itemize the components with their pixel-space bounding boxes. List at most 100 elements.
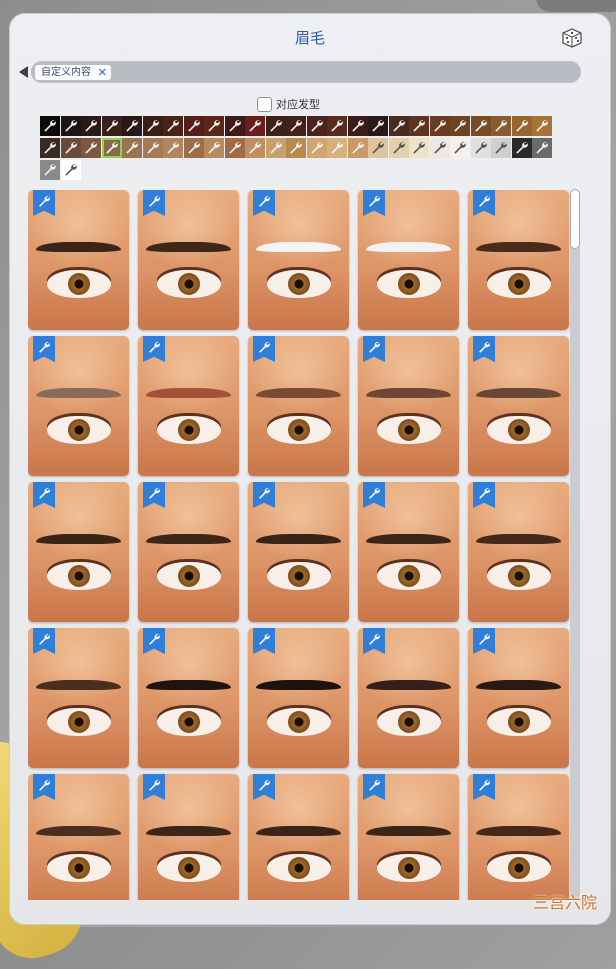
eyebrow-thumbnail[interactable] [248,628,349,768]
eyebrow-thumbnail[interactable] [468,774,569,900]
color-swatch[interactable] [122,116,142,136]
color-swatch[interactable] [491,116,511,136]
eyebrow-thumbnail[interactable] [468,628,569,768]
eyebrow-thumbnail[interactable] [358,336,459,476]
eyebrow-thumbnail[interactable] [358,482,459,622]
color-swatch[interactable] [40,138,60,158]
back-arrow-icon[interactable] [19,66,28,78]
color-swatch[interactable] [183,138,204,158]
iris [287,564,310,587]
color-swatch[interactable] [142,138,163,158]
eyebrow-thumbnail[interactable] [138,482,239,622]
color-swatch[interactable] [532,116,552,136]
color-swatch[interactable] [40,160,60,180]
dice-icon[interactable] [561,27,583,49]
eyebrow-thumbnail[interactable] [248,774,349,900]
eyebrow-thumbnail[interactable] [468,190,569,330]
eyebrow-thumbnail[interactable] [468,482,569,622]
eyebrow-shape [146,533,231,544]
color-swatch[interactable] [101,116,122,136]
eyebrow-thumbnail[interactable] [138,190,239,330]
eyebrow-thumbnail[interactable] [28,628,129,768]
color-swatch[interactable] [409,138,429,158]
color-swatch[interactable] [142,116,163,136]
color-swatch[interactable] [470,116,491,136]
color-swatch[interactable] [40,116,60,136]
filter-chip-custom-content[interactable]: 自定义内容 ✕ [35,65,111,80]
eye-preview [46,269,111,298]
eye-preview [376,415,441,444]
color-swatch[interactable] [450,116,470,136]
eyebrow-thumbnail[interactable] [28,336,129,476]
eyebrow-thumbnail[interactable] [248,482,349,622]
color-swatch[interactable] [81,138,101,158]
eyebrow-thumbnail[interactable] [358,190,459,330]
color-swatch[interactable] [163,116,183,136]
eyebrow-thumbnail[interactable] [468,336,569,476]
color-swatch[interactable] [265,116,286,136]
color-swatch[interactable] [245,138,265,158]
color-swatch[interactable] [224,138,245,158]
eyebrow-shape [256,387,341,398]
eyebrow-thumbnail[interactable] [138,628,239,768]
eyebrow-thumbnail[interactable] [138,774,239,900]
color-swatch[interactable] [306,138,327,158]
color-swatch[interactable] [81,116,101,136]
eyebrow-thumbnail[interactable] [138,336,239,476]
color-swatch[interactable] [429,138,450,158]
eyebrow-shape [36,387,121,398]
color-swatch[interactable] [327,138,347,158]
color-swatch[interactable] [60,138,81,158]
color-swatch[interactable] [347,138,368,158]
color-swatch[interactable] [409,116,429,136]
iris [397,710,420,733]
color-swatch[interactable] [122,138,142,158]
custom-content-badge [253,190,275,216]
color-swatch[interactable] [511,116,532,136]
color-swatch[interactable] [368,138,388,158]
eyebrow-thumbnail[interactable] [248,190,349,330]
color-swatch[interactable] [101,138,122,158]
custom-content-badge [33,628,55,654]
color-swatch[interactable] [388,116,409,136]
scrollbar-track[interactable] [570,189,580,899]
color-swatch[interactable] [347,116,368,136]
watermark: 三宫六院 [532,893,597,912]
color-swatch[interactable] [204,116,224,136]
color-swatch[interactable] [388,138,409,158]
color-swatch[interactable] [306,116,327,136]
color-swatch[interactable] [286,116,306,136]
color-swatch[interactable] [265,138,286,158]
color-swatch[interactable] [327,116,347,136]
eyebrow-shape [36,679,121,690]
color-swatch[interactable] [429,116,450,136]
color-swatch[interactable] [511,138,532,158]
color-swatch[interactable] [470,138,491,158]
iris [287,418,310,441]
color-swatch[interactable] [224,116,245,136]
color-swatch[interactable] [368,116,388,136]
iris [177,564,200,587]
color-swatch[interactable] [450,138,470,158]
eyebrow-thumbnail[interactable] [28,774,129,900]
color-swatch[interactable] [286,138,306,158]
close-icon[interactable]: ✕ [98,65,107,80]
custom-content-badge [363,482,385,508]
iris [67,710,90,733]
color-swatch[interactable] [183,116,204,136]
color-swatch[interactable] [163,138,183,158]
color-swatch[interactable] [204,138,224,158]
match-hair-checkbox[interactable] [257,96,272,112]
eyebrow-thumbnail[interactable] [28,482,129,622]
color-swatch[interactable] [60,116,81,136]
eyebrow-thumbnail[interactable] [358,628,459,768]
scrollbar-thumb[interactable] [570,189,580,249]
eyebrow-thumbnail[interactable] [28,190,129,330]
eyebrow-thumbnail[interactable] [358,774,459,900]
match-hair-option[interactable]: 对应发型 [257,95,320,113]
color-swatch[interactable] [245,116,265,136]
eyebrow-thumbnail[interactable] [248,336,349,476]
color-swatch[interactable] [532,138,552,158]
color-swatch[interactable] [491,138,511,158]
color-swatch[interactable] [60,160,81,180]
